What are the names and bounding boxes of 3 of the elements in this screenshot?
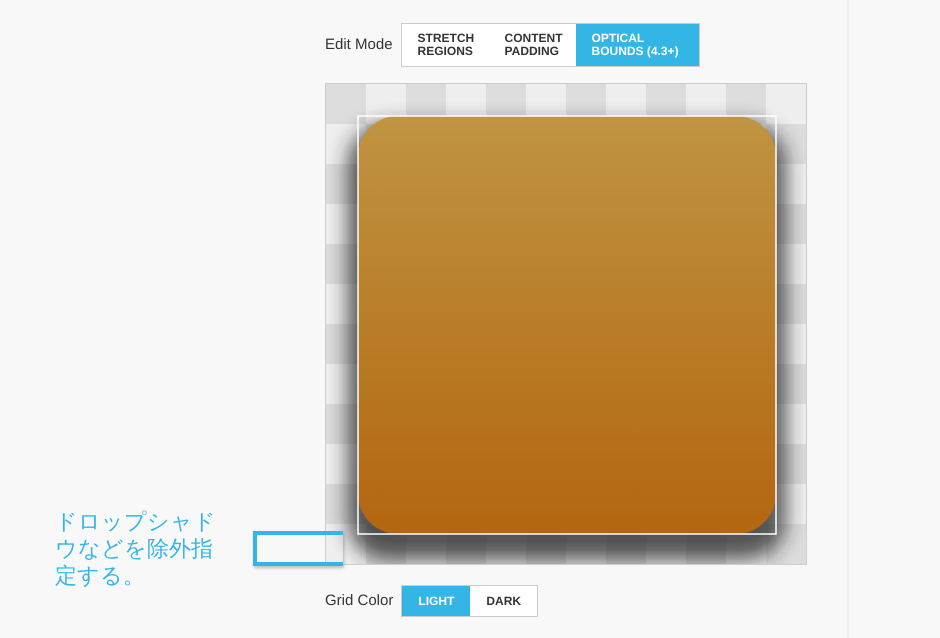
- annotation-text: ドロップシャドウなどを除外指定する。: [55, 508, 217, 589]
- grid-color-label: Grid Color: [325, 590, 394, 611]
- edit-mode-label: Edit Mode: [325, 34, 393, 55]
